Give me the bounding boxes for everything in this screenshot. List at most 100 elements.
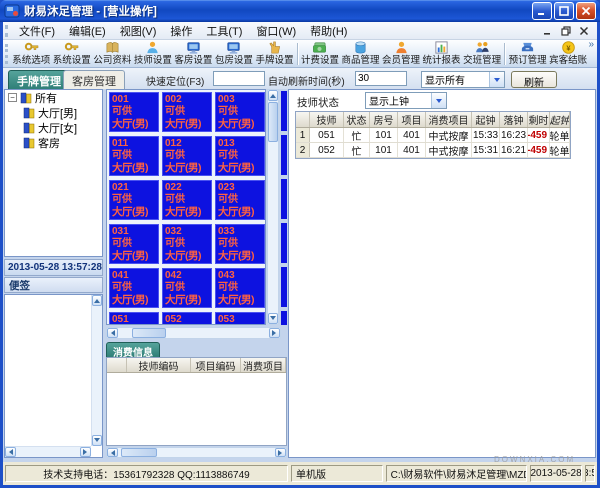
- tile-021[interactable]: 021 可供 大厅(男): [109, 180, 159, 220]
- toolbar-button-technician-setup[interactable]: 技师设置: [133, 40, 174, 67]
- tech-col-header[interactable]: 起钟: [550, 112, 570, 127]
- menu-item-file[interactable]: 文件(F): [12, 21, 62, 41]
- mdi-restore-button[interactable]: [558, 24, 573, 37]
- books-icon: [20, 92, 33, 104]
- tile-023[interactable]: 023 可供 大厅(男): [215, 180, 265, 220]
- tile-051[interactable]: 051可供大厅(男): [109, 312, 159, 324]
- tile-052[interactable]: 052可供大厅(男): [162, 312, 212, 324]
- toolbar-button-shift-manage[interactable]: 交班管理: [462, 40, 503, 67]
- scroll-right-icon[interactable]: [269, 328, 280, 338]
- tech-col-header[interactable]: 剩时: [528, 112, 550, 127]
- toolbar-button-guest-checkout[interactable]: ¥ 宾客结账: [548, 40, 589, 67]
- tile-042[interactable]: 042 可供 大厅(男): [162, 268, 212, 308]
- mdi-minimize-button[interactable]: [540, 24, 555, 37]
- tile-001[interactable]: 001 可供 大厅(男): [109, 92, 159, 132]
- menu-item-window[interactable]: 窗口(W): [249, 21, 303, 41]
- vscroll-thumb[interactable]: [268, 102, 278, 142]
- tile-003[interactable]: 003 可供 大厅(男): [215, 92, 265, 132]
- tech-col-header[interactable]: 落钟: [500, 112, 528, 127]
- toolbar-button-stats-report[interactable]: 统计报表: [421, 40, 462, 67]
- scroll-right-icon[interactable]: [275, 448, 286, 457]
- memo-textarea[interactable]: [4, 294, 103, 458]
- scroll-left-icon[interactable]: [107, 448, 118, 457]
- tile-022[interactable]: 022 可供 大厅(男): [162, 180, 212, 220]
- tech-col-header[interactable]: 状态: [344, 112, 370, 127]
- tech-table-row-1[interactable]: 1 051 忙 101 401 中式按摩 15:33 16:23 -459 轮单: [296, 128, 570, 143]
- toolbar-button-company-info[interactable]: 公司资料: [92, 40, 133, 67]
- close-button[interactable]: [576, 2, 596, 20]
- tile-032[interactable]: 032 可供 大厅(男): [162, 224, 212, 264]
- consume-col-header[interactable]: 技师编码: [127, 358, 191, 372]
- tree-item-label: 客房: [38, 137, 60, 150]
- tile-002[interactable]: 002 可供 大厅(男): [162, 92, 212, 132]
- consume-hscrollbar[interactable]: [106, 447, 287, 458]
- tile-013[interactable]: 013 可供 大厅(男): [215, 136, 265, 176]
- chevron-down-icon[interactable]: [489, 72, 504, 87]
- tree-item-1[interactable]: 大厅[女]: [5, 120, 102, 135]
- consume-info-tab[interactable]: 消费信息: [106, 342, 160, 359]
- consume-col-header[interactable]: 项目编码: [191, 358, 241, 372]
- tile-grid-vscrollbar[interactable]: [267, 89, 279, 325]
- tree-root[interactable]: − 所有: [5, 90, 102, 105]
- hscroll-thumb[interactable]: [132, 328, 166, 338]
- memo-hscrollbar[interactable]: [5, 446, 91, 457]
- scroll-up-icon[interactable]: [92, 295, 102, 306]
- tile-043[interactable]: 043 可供 大厅(男): [215, 268, 265, 308]
- tile-033[interactable]: 033 可供 大厅(男): [215, 224, 265, 264]
- menu-item-operate[interactable]: 操作: [163, 21, 199, 41]
- auto-refresh-input[interactable]: [355, 71, 407, 86]
- toolbar-overflow-icon[interactable]: »: [588, 40, 597, 50]
- toolbar-button-billing-setup[interactable]: 计费设置: [300, 40, 341, 67]
- scroll-up-icon[interactable]: [268, 90, 278, 101]
- toolbar-button-booking-manage[interactable]: 预订管理: [507, 40, 548, 67]
- menu-item-tools[interactable]: 工具(T): [199, 21, 249, 41]
- mdi-close-button[interactable]: [576, 24, 591, 37]
- tile-011[interactable]: 011 可供 大厅(男): [109, 136, 159, 176]
- tab-hand-card-manage[interactable]: 手牌管理: [8, 70, 70, 89]
- toolbar-button-room-setup[interactable]: 客房设置: [173, 40, 214, 67]
- chevron-down-icon[interactable]: [431, 93, 446, 108]
- hscroll-thumb[interactable]: [121, 448, 157, 457]
- scroll-left-icon[interactable]: [107, 328, 118, 338]
- toolbar-button-member-manage[interactable]: 会员管理: [381, 40, 422, 67]
- tech-col-header[interactable]: 消费项目: [426, 112, 472, 127]
- scroll-down-icon[interactable]: [268, 313, 278, 324]
- consume-col-header[interactable]: 消费项目: [241, 358, 286, 372]
- tree-collapse-icon[interactable]: −: [8, 93, 17, 102]
- toolbar-button-sys-settings[interactable]: 系统设置: [52, 40, 93, 67]
- tech-table-row-2[interactable]: 2 052 忙 101 401 中式按摩 15:31 16:21 -459 轮单: [296, 143, 570, 158]
- tree-item-0[interactable]: 大厅[男]: [5, 105, 102, 120]
- menu-item-view[interactable]: 视图(V): [113, 21, 164, 41]
- tab-room-manage[interactable]: 客房管理: [63, 70, 125, 89]
- tile-031[interactable]: 031 可供 大厅(男): [109, 224, 159, 264]
- cell: 轮单: [550, 143, 570, 157]
- maximize-button[interactable]: [554, 2, 574, 20]
- title-bar: 财易沐足管理 - [营业操作]: [0, 0, 600, 22]
- display-filter-select[interactable]: 显示所有: [421, 71, 505, 88]
- tile-012[interactable]: 012 可供 大厅(男): [162, 136, 212, 176]
- menu-item-edit[interactable]: 编辑(E): [62, 21, 113, 41]
- minimize-button[interactable]: [532, 2, 552, 20]
- tile-area: 大厅(男): [165, 118, 202, 130]
- tech-col-header[interactable]: 房号: [370, 112, 398, 127]
- toolbar-button-goods-manage[interactable]: 商品管理: [340, 40, 381, 67]
- scroll-right-icon[interactable]: [80, 447, 91, 457]
- tile-number: 021: [112, 182, 129, 193]
- memo-vscrollbar[interactable]: [91, 295, 102, 446]
- tree-item-2[interactable]: 客房: [5, 135, 102, 150]
- tile-041[interactable]: 041 可供 大厅(男): [109, 268, 159, 308]
- scroll-left-icon[interactable]: [5, 447, 16, 457]
- tech-col-header[interactable]: 技师: [310, 112, 344, 127]
- tile-053[interactable]: 053可供大厅(男): [215, 312, 265, 324]
- quick-locate-input[interactable]: [213, 71, 265, 86]
- toolbar-button-hand-card-setup[interactable]: 手牌设置: [254, 40, 295, 67]
- toolbar-button-private-room-setup[interactable]: 包房设置: [214, 40, 255, 67]
- tech-col-header[interactable]: 起钟: [472, 112, 500, 127]
- refresh-button[interactable]: 刷新: [511, 71, 557, 89]
- tech-status-select[interactable]: 显示上钟: [365, 92, 447, 109]
- toolbar-button-sys-options[interactable]: 系统选项: [11, 40, 52, 67]
- scroll-down-icon[interactable]: [92, 435, 102, 446]
- tech-col-header[interactable]: 项目: [398, 112, 426, 127]
- menu-item-help[interactable]: 帮助(H): [303, 21, 354, 41]
- tile-grid-hscrollbar[interactable]: [106, 327, 281, 339]
